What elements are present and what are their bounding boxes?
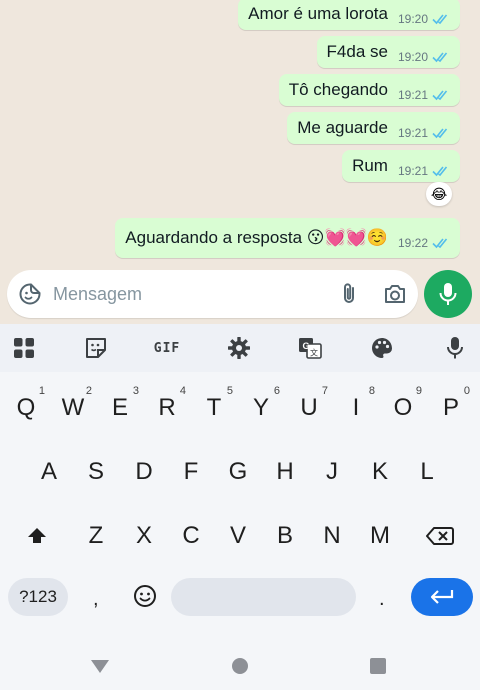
voice-typing-mic-icon[interactable] <box>440 333 470 363</box>
message-time: 19:21 <box>397 88 428 102</box>
key[interactable]: O9 <box>381 381 425 435</box>
key[interactable]: W2 <box>51 381 95 435</box>
message-text: Me aguarde <box>297 118 388 137</box>
theme-palette-icon[interactable] <box>367 333 397 363</box>
home-icon[interactable] <box>228 654 252 678</box>
camera-icon[interactable] <box>372 270 418 318</box>
message-bubble[interactable]: Rum 19:21 <box>342 150 460 182</box>
key[interactable]: Q1 <box>4 381 48 435</box>
sticker-icon[interactable] <box>81 333 111 363</box>
enter-key[interactable] <box>411 578 473 616</box>
keyboard: GIF G文 Q1 W2 E3 R4 T5 Y6 U7 I8 O9 P0 A S… <box>0 324 480 690</box>
message-time: 19:20 <box>397 50 428 64</box>
key[interactable]: H <box>263 445 307 499</box>
settings-gear-icon[interactable] <box>224 333 254 363</box>
key[interactable]: S <box>74 445 118 499</box>
space-key[interactable] <box>171 578 356 616</box>
reaction-badge[interactable]: 😂 <box>426 182 452 206</box>
message-bubble[interactable]: Aguardando a resposta 😗💓💓☺️ 19:22 <box>115 218 460 258</box>
message-input[interactable]: Mensagem <box>7 270 418 318</box>
message-text: Amor é uma lorota <box>248 4 388 23</box>
message-time: 19:22 <box>397 236 428 250</box>
key[interactable]: R4 <box>145 381 189 435</box>
gif-button[interactable]: GIF <box>152 333 182 363</box>
symbols-key[interactable]: ?123 <box>8 578 68 616</box>
key[interactable]: L <box>405 445 449 499</box>
key[interactable]: Z <box>74 509 118 563</box>
message-time: 19:21 <box>397 164 428 178</box>
shift-key[interactable] <box>15 509 59 563</box>
message-text: Tô chegando <box>288 80 388 99</box>
composer-bar: Mensagem <box>0 262 480 324</box>
key[interactable]: M <box>358 509 402 563</box>
key[interactable]: B <box>263 509 307 563</box>
svg-text:G: G <box>302 341 309 351</box>
key[interactable]: K <box>358 445 402 499</box>
recents-icon[interactable] <box>366 654 390 678</box>
key[interactable]: D <box>122 445 166 499</box>
key[interactable]: V <box>216 509 260 563</box>
read-ticks-icon <box>432 52 448 63</box>
key[interactable]: E3 <box>98 381 142 435</box>
enter-arrow-icon <box>430 590 454 604</box>
voice-record-button[interactable] <box>424 270 472 318</box>
key[interactable]: U7 <box>287 381 331 435</box>
key[interactable]: J <box>310 445 354 499</box>
key[interactable]: F <box>169 445 213 499</box>
keyboard-toolbar: GIF G文 <box>0 324 480 372</box>
apps-grid-icon[interactable] <box>9 333 39 363</box>
key[interactable]: C <box>169 509 213 563</box>
key[interactable]: N <box>310 509 354 563</box>
key[interactable]: A <box>27 445 71 499</box>
backspace-icon <box>426 527 454 545</box>
read-ticks-icon <box>432 90 448 101</box>
read-ticks-icon <box>432 166 448 177</box>
microphone-icon <box>439 283 457 305</box>
key[interactable]: G <box>216 445 260 499</box>
read-ticks-icon <box>432 128 448 139</box>
message-time: 19:21 <box>397 126 428 140</box>
key[interactable]: T5 <box>192 381 236 435</box>
attach-icon[interactable] <box>326 270 372 318</box>
backspace-key[interactable] <box>418 509 462 563</box>
message-bubble[interactable]: Amor é uma lorota 19:20 <box>238 0 460 30</box>
message-bubble[interactable]: Tô chegando 19:21 <box>278 74 460 106</box>
key[interactable]: P0 <box>429 381 473 435</box>
shift-arrow-icon <box>28 528 46 543</box>
translate-icon[interactable]: G文 <box>295 333 325 363</box>
svg-text:文: 文 <box>310 348 318 358</box>
message-time: 19:20 <box>397 12 428 26</box>
comma-key[interactable]: , <box>93 588 99 611</box>
emoji-key[interactable] <box>131 582 159 610</box>
chat-area: Amor é uma lorota 19:20 F4da se 19:20 Tô… <box>0 0 480 270</box>
message-bubble[interactable]: F4da se 19:20 <box>316 36 460 68</box>
message-text: F4da se <box>326 42 388 61</box>
system-nav-bar <box>0 640 480 690</box>
key[interactable]: Y6 <box>239 381 283 435</box>
key[interactable]: X <box>122 509 166 563</box>
read-ticks-icon <box>432 14 448 25</box>
message-bubble[interactable]: Me aguarde 19:21 <box>287 112 460 144</box>
key[interactable]: I8 <box>334 381 378 435</box>
message-text: Aguardando a resposta 😗💓💓☺️ <box>125 228 388 247</box>
message-text: Rum <box>352 156 388 175</box>
read-ticks-icon <box>432 238 448 249</box>
sticker-emoji-icon[interactable] <box>7 270 53 318</box>
period-key[interactable]: . <box>379 588 385 611</box>
message-placeholder: Mensagem <box>53 283 143 304</box>
emoji-smiley-icon <box>134 585 156 607</box>
back-icon[interactable] <box>88 654 112 678</box>
